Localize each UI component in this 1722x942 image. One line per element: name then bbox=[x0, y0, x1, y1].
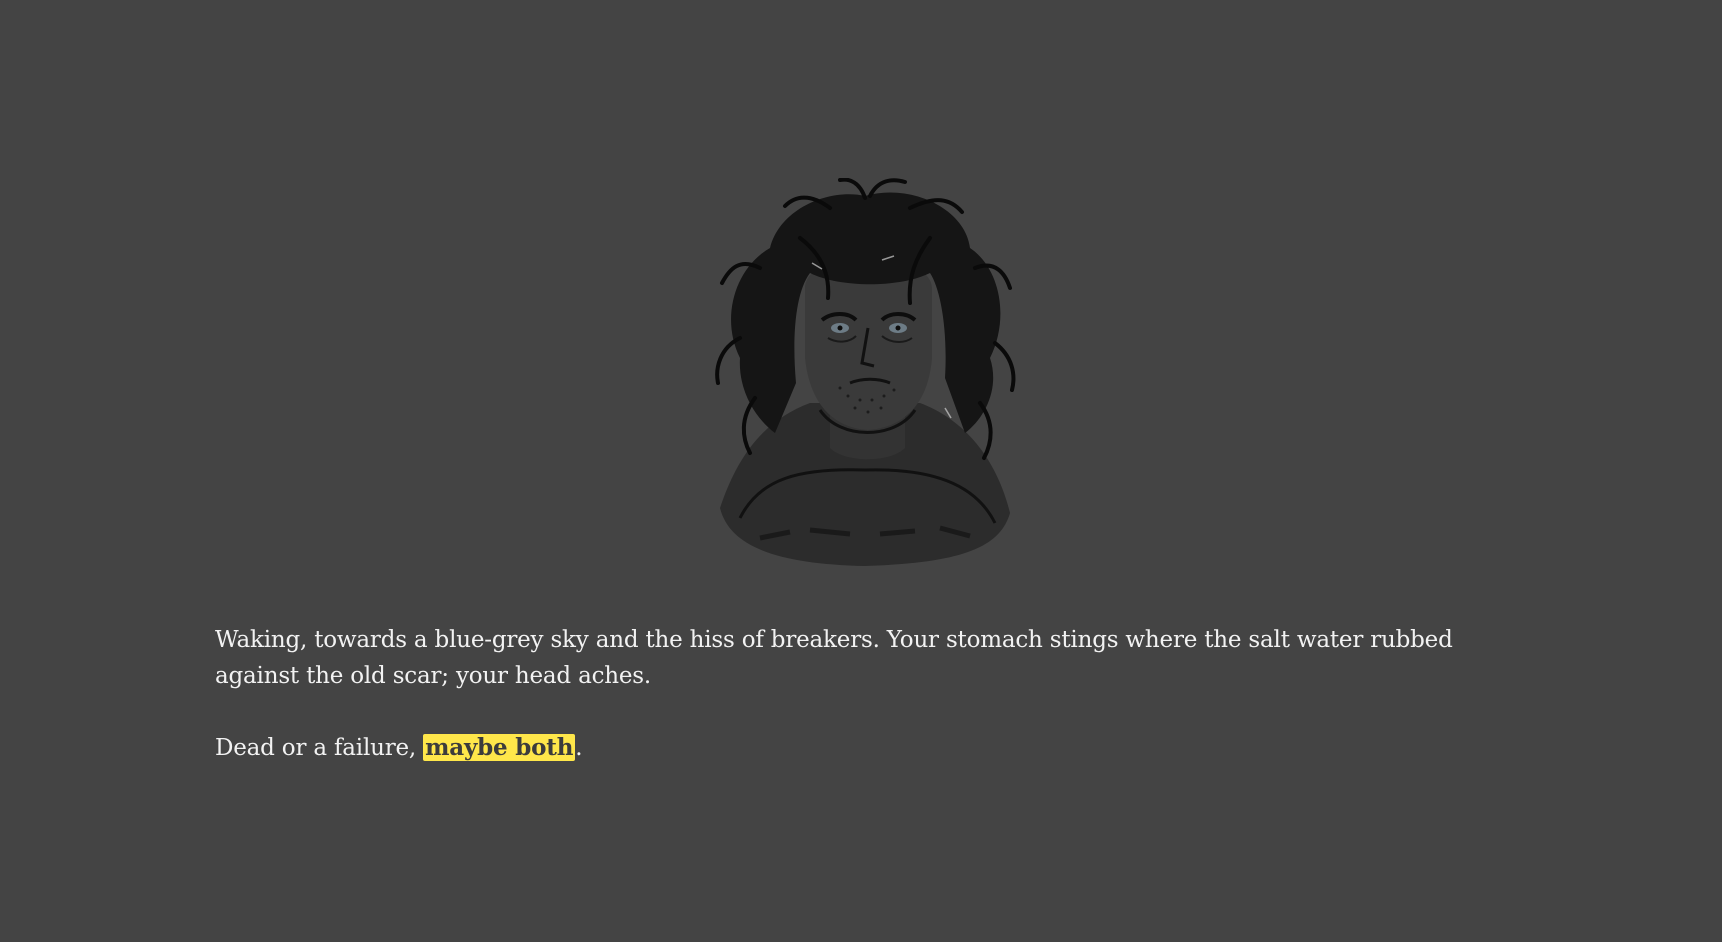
story-text-prefix: Dead or a failure, bbox=[215, 735, 424, 761]
character-portrait-icon bbox=[700, 178, 1030, 578]
story-text-suffix: . bbox=[575, 735, 583, 761]
maybe-both-link[interactable]: maybe both bbox=[423, 734, 576, 761]
story-paragraph: Waking, towards a blue-grey sky and the … bbox=[215, 627, 1453, 689]
story-paragraph: Dead or a failure, maybe both. bbox=[215, 730, 1507, 766]
story-text: Waking, towards a blue-grey sky and the … bbox=[215, 622, 1507, 766]
